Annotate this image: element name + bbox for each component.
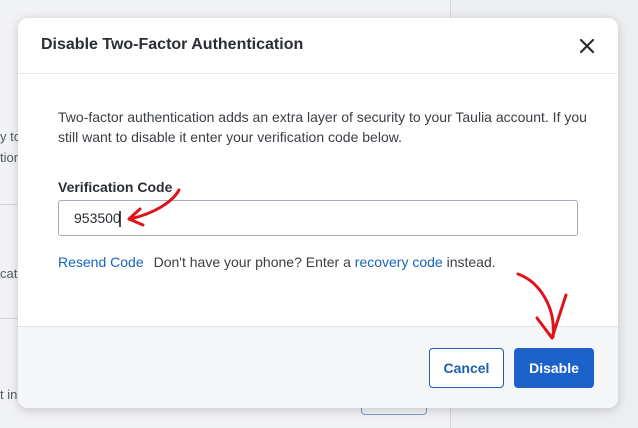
dialog-title: Disable Two-Factor Authentication — [41, 36, 304, 53]
recovery-code-link[interactable]: recovery code — [355, 254, 443, 270]
instead-text: instead. — [446, 254, 496, 270]
background-text-fragment: t in — [0, 387, 18, 402]
dialog-description: Two-factor authentication adds an extra … — [58, 109, 587, 145]
disable-2fa-dialog: Disable Two-Factor Authentication Two-fa… — [18, 18, 618, 408]
verification-code-input[interactable] — [58, 200, 578, 236]
resend-row: Resend Code Don't have your phone? Enter … — [58, 254, 496, 270]
close-button[interactable] — [576, 35, 598, 57]
dialog-header: Disable Two-Factor Authentication — [18, 18, 618, 74]
disable-button[interactable]: Disable — [514, 348, 594, 388]
resend-code-link[interactable]: Resend Code — [58, 254, 144, 270]
dialog-footer: Cancel Disable — [18, 326, 618, 408]
cancel-button[interactable]: Cancel — [429, 348, 504, 388]
close-icon — [579, 38, 595, 54]
verification-code-label: Verification Code — [58, 179, 173, 195]
no-phone-text: Don't have your phone? Enter a — [153, 254, 351, 270]
